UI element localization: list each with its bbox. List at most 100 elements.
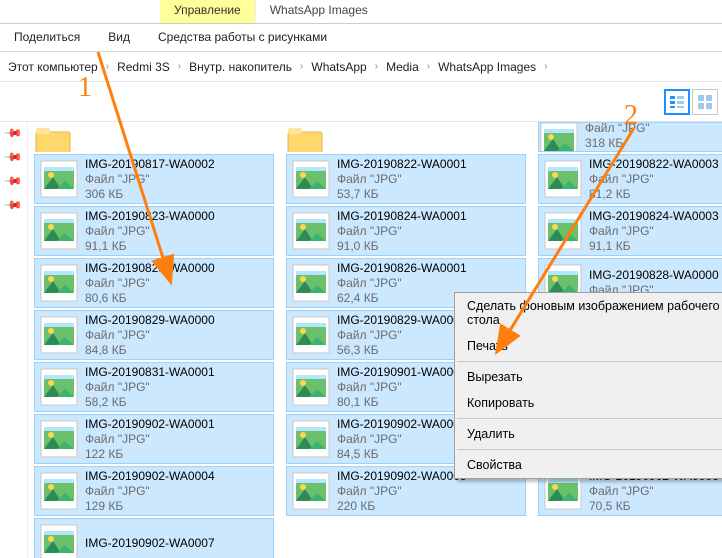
file-name: IMG-20190901-WA0000: [337, 365, 467, 380]
file-item[interactable]: IMG-20190825-WA0000Файл "JPG"80,6 КБ: [34, 258, 274, 308]
file-item[interactable]: IMG-20190902-WA0001Файл "JPG"122 КБ: [34, 414, 274, 464]
chevron-right-icon: ›: [106, 61, 109, 72]
image-thumb-icon: [39, 263, 79, 303]
chevron-right-icon: ›: [300, 61, 303, 72]
file-size: 91,1 КБ: [589, 239, 719, 254]
file-item[interactable]: IMG-20190902-WA0007: [34, 518, 274, 558]
image-thumb-icon: [39, 471, 79, 511]
image-thumb-icon: [543, 159, 583, 199]
file-type: Файл "JPG": [85, 484, 215, 499]
file-name: IMG-20190902-WA0004: [85, 469, 215, 484]
breadcrumb-item[interactable]: Media: [384, 58, 421, 76]
file-type: Файл "JPG": [337, 484, 467, 499]
file-name: IMG-20190824-WA0001: [337, 209, 467, 224]
ctx-cut[interactable]: Вырезать: [455, 364, 722, 390]
file-size: 91,0 КБ: [337, 239, 467, 254]
breadcrumb-item[interactable]: WhatsApp Images: [436, 58, 538, 76]
file-type: Файл "JPG": [85, 224, 215, 239]
file-size: 220 КБ: [337, 499, 467, 514]
ribbon-tabs: Поделиться Вид Средства работы с рисунка…: [0, 24, 722, 52]
file-item[interactable]: IMG-20190822-WA0003Файл "JPG"81,2 КБ: [538, 154, 722, 204]
file-size: 80,1 КБ: [337, 395, 467, 410]
image-thumb-icon: [39, 419, 79, 459]
file-size: 70,5 КБ: [589, 499, 719, 514]
image-thumb-icon: [39, 211, 79, 251]
file-name: IMG-20190825-WA0000: [85, 261, 215, 276]
image-thumb-icon: [291, 159, 331, 199]
contextual-tab-manage[interactable]: Управление: [160, 0, 256, 23]
breadcrumb-item[interactable]: Этот компьютер: [6, 58, 100, 76]
window-title: WhatsApp Images: [256, 0, 382, 23]
file-name: IMG-20190902-WA0007: [85, 536, 215, 551]
image-thumb-icon: [39, 315, 79, 355]
file-item[interactable]: [538, 518, 722, 558]
file-size: 122 КБ: [85, 447, 215, 462]
file-item[interactable]: IMG-20190829-WA0000Файл "JPG"84,8 КБ: [34, 310, 274, 360]
pin-icon: 📌: [3, 195, 23, 215]
file-item[interactable]: IMG-20190902-WA0004Файл "JPG"129 КБ: [34, 466, 274, 516]
file-item[interactable]: [286, 518, 526, 558]
file-item[interactable]: IMG-20190824-WA0001Файл "JPG"91,0 КБ: [286, 206, 526, 256]
file-item[interactable]: IMG-20190823-WA0000Файл "JPG"91,1 КБ: [34, 206, 274, 256]
files-area[interactable]: Файл "JPG" 318 КБ IMG-20190817-WA0002Фай…: [28, 122, 722, 558]
ctx-set-wallpaper[interactable]: Сделать фоновым изображением рабочего ст…: [455, 293, 722, 333]
image-thumb-icon: [291, 211, 331, 251]
image-thumb-icon: [539, 122, 579, 151]
chevron-right-icon: ›: [427, 61, 430, 72]
breadcrumb[interactable]: Этот компьютер › Redmi 3S › Внутр. накопит…: [0, 52, 722, 82]
file-type: Файл "JPG": [585, 122, 650, 136]
folder-icon: [34, 122, 74, 152]
ribbon-contextual-row: Управление WhatsApp Images: [0, 0, 722, 24]
image-thumb-icon: [291, 315, 331, 355]
view-mode-details-button[interactable]: [664, 89, 690, 115]
pin-icon: 📌: [3, 147, 23, 167]
file-name: IMG-20190831-WA0001: [85, 365, 215, 380]
file-name: IMG-20190817-WA0002: [85, 157, 215, 172]
breadcrumb-item[interactable]: Redmi 3S: [115, 58, 172, 76]
tab-share[interactable]: Поделиться: [0, 24, 94, 51]
tab-view[interactable]: Вид: [94, 24, 144, 51]
ctx-copy[interactable]: Копировать: [455, 390, 722, 416]
file-size: 306 КБ: [85, 187, 215, 202]
separator: [457, 418, 722, 419]
file-item[interactable]: IMG-20190822-WA0001Файл "JPG"53,7 КБ: [286, 154, 526, 204]
file-item[interactable]: Файл "JPG" 318 КБ: [538, 122, 722, 152]
image-thumb-icon: [291, 471, 331, 511]
folder-item[interactable]: [286, 122, 526, 152]
file-size: 91,1 КБ: [85, 239, 215, 254]
view-mode-icons-button[interactable]: [692, 89, 718, 115]
file-name: IMG-20190823-WA0000: [85, 209, 215, 224]
context-menu: Сделать фоновым изображением рабочего ст…: [454, 292, 722, 479]
pin-icon: 📌: [3, 123, 23, 143]
quick-access-strip: 📌 📌 📌 📌: [0, 122, 28, 558]
tab-picture-tools[interactable]: Средства работы с рисунками: [144, 24, 341, 51]
ctx-print[interactable]: Печать: [455, 333, 722, 359]
file-item[interactable]: IMG-20190824-WA0003Файл "JPG"91,1 КБ: [538, 206, 722, 256]
file-type: Файл "JPG": [589, 172, 719, 187]
file-name: IMG-20190902-WA0002: [337, 417, 467, 432]
breadcrumb-item[interactable]: Внутр. накопитель: [187, 58, 294, 76]
file-type: Файл "JPG": [337, 224, 467, 239]
file-type: Файл "JPG": [337, 432, 467, 447]
file-type: Файл "JPG": [337, 276, 467, 291]
image-thumb-icon: [291, 419, 331, 459]
file-size: 62,4 КБ: [337, 291, 467, 306]
file-size: 58,2 КБ: [85, 395, 215, 410]
image-thumb-icon: [39, 367, 79, 407]
file-size: 80,6 КБ: [85, 291, 215, 306]
file-name: IMG-20190826-WA0001: [337, 261, 467, 276]
file-name: IMG-20190824-WA0003: [589, 209, 719, 224]
ctx-properties[interactable]: Свойства: [455, 452, 722, 478]
file-name: IMG-20190829-WA0000: [85, 313, 215, 328]
file-size: 129 КБ: [85, 499, 215, 514]
breadcrumb-item[interactable]: WhatsApp: [309, 58, 368, 76]
image-thumb-icon: [39, 159, 79, 199]
folder-item[interactable]: [34, 122, 274, 152]
file-item[interactable]: IMG-20190831-WA0001Файл "JPG"58,2 КБ: [34, 362, 274, 412]
file-type: Файл "JPG": [85, 172, 215, 187]
ctx-delete[interactable]: Удалить: [455, 421, 722, 447]
file-item[interactable]: IMG-20190817-WA0002Файл "JPG"306 КБ: [34, 154, 274, 204]
separator: [457, 361, 722, 362]
view-mode-bar: [0, 82, 722, 122]
file-type: Файл "JPG": [589, 224, 719, 239]
